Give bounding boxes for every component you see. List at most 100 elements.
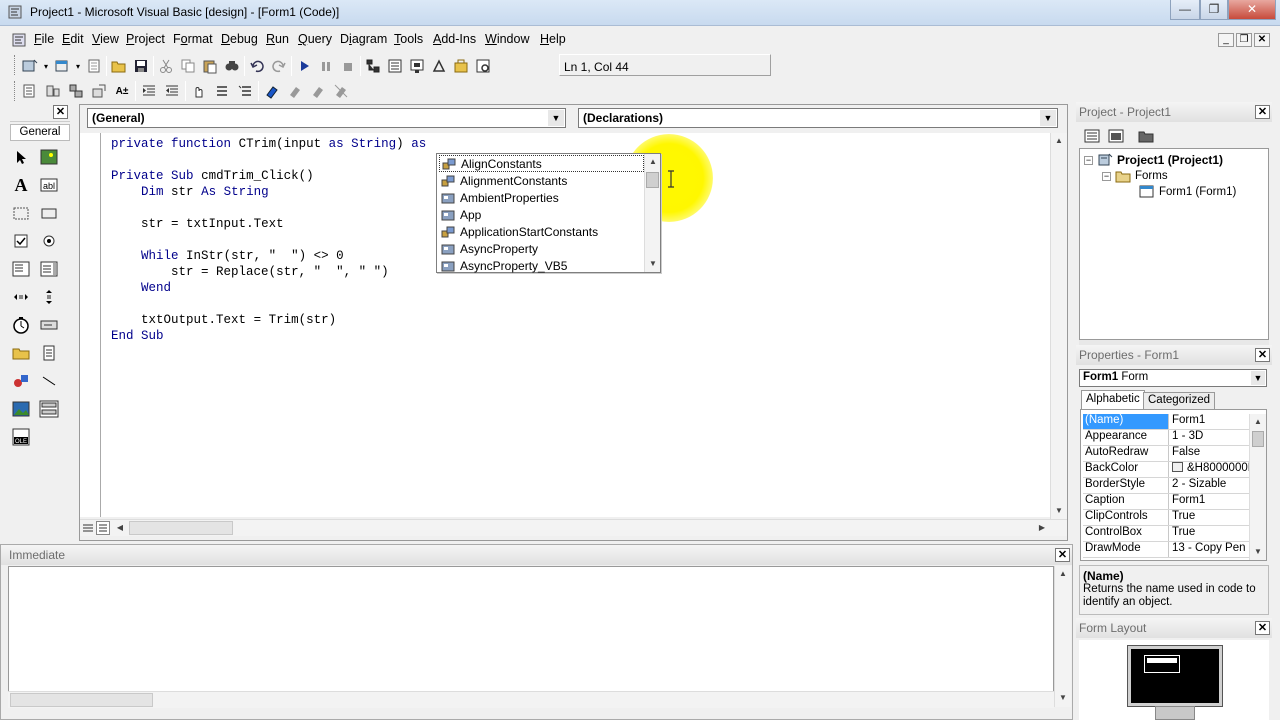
property-value[interactable]: 1 - 3D — [1169, 430, 1249, 445]
property-value[interactable]: Form1 — [1169, 414, 1249, 429]
chevron-down-icon[interactable]: ▾ — [74, 56, 82, 76]
property-row[interactable]: DrawMode 13 - Copy Pen — [1083, 542, 1249, 558]
intellisense-scroll-thumb[interactable] — [646, 172, 659, 188]
view-code-icon[interactable] — [1082, 126, 1102, 146]
project-explorer-icon[interactable] — [363, 56, 383, 76]
complete-word-icon[interactable]: A± — [112, 81, 132, 101]
dirlistbox-icon[interactable] — [10, 342, 32, 364]
property-row[interactable]: BorderStyle 2 - Sizable — [1083, 478, 1249, 494]
code-line[interactable]: str = Replace(str, " ", " ") — [111, 265, 389, 279]
view-object-icon[interactable] — [1106, 126, 1126, 146]
data-control-icon[interactable] — [38, 398, 60, 420]
checkbox-icon[interactable] — [10, 230, 32, 252]
menu-query[interactable]: Query — [298, 32, 332, 46]
add-form-icon[interactable] — [52, 56, 72, 76]
properties-close-button[interactable]: ✕ — [1255, 348, 1270, 362]
menu-window[interactable]: Window — [485, 32, 529, 46]
hscrollbar-icon[interactable] — [10, 286, 32, 308]
menu-edit[interactable]: Edit — [62, 32, 84, 46]
tree-form1[interactable]: Form1 (Form1) — [1139, 185, 1236, 199]
chevron-down-icon[interactable]: ▾ — [42, 56, 50, 76]
frame-icon[interactable] — [10, 202, 32, 224]
scroll-down-icon[interactable]: ▼ — [1051, 503, 1067, 519]
object-browser-icon[interactable] — [429, 56, 449, 76]
menu-format[interactable]: Format — [173, 32, 213, 46]
clear-bookmarks-icon[interactable] — [331, 81, 351, 101]
property-row[interactable]: BackColor &H8000000F — [1083, 462, 1249, 478]
mdi-restore-button[interactable]: ❐ — [1236, 33, 1252, 47]
cut-icon[interactable] — [156, 56, 176, 76]
find-icon[interactable] — [222, 56, 242, 76]
menu-help[interactable]: Help — [540, 32, 566, 46]
immediate-close-button[interactable]: ✕ — [1055, 548, 1070, 562]
menu-tools[interactable]: Tools — [394, 32, 423, 46]
code-line[interactable]: str = txtInput.Text — [111, 217, 284, 231]
intellisense-item[interactable]: AmbientProperties — [439, 189, 644, 206]
code-horizontal-scrollbar[interactable]: ◀ ▶ — [80, 519, 1067, 536]
next-bookmark-icon[interactable] — [285, 81, 305, 101]
open-project-icon[interactable] — [109, 56, 129, 76]
scroll-up-icon[interactable]: ▲ — [1051, 133, 1067, 149]
commandbutton-icon[interactable] — [38, 202, 60, 224]
intellisense-item[interactable]: AsyncProperty_VB5 — [439, 257, 644, 274]
close-window-button[interactable]: ✕ — [1228, 0, 1276, 20]
shape-icon[interactable] — [10, 370, 32, 392]
property-value[interactable]: 13 - Copy Pen — [1169, 542, 1249, 557]
property-row[interactable]: ControlBox True — [1083, 526, 1249, 542]
procedure-combo[interactable]: (Declarations) ▼ — [578, 108, 1058, 128]
tree-forms-folder[interactable]: − Forms — [1102, 169, 1168, 183]
property-row[interactable]: Appearance 1 - 3D — [1083, 430, 1249, 446]
menu-debug[interactable]: Debug — [221, 32, 258, 46]
code-line[interactable]: While InStr(str, " ") <> 0 — [111, 249, 344, 263]
code-vertical-scrollbar[interactable]: ▲ ▼ — [1050, 133, 1067, 519]
copy-icon[interactable] — [178, 56, 198, 76]
property-value[interactable]: True — [1169, 510, 1249, 525]
procedure-view-icon[interactable] — [82, 521, 94, 535]
previous-bookmark-icon[interactable] — [308, 81, 328, 101]
immediate-vertical-scrollbar[interactable]: ▲ ▼ — [1054, 566, 1071, 707]
tab-alphabetic[interactable]: Alphabetic — [1081, 390, 1145, 409]
toolbox-icon[interactable] — [451, 56, 471, 76]
intellisense-item[interactable]: AlignConstants — [439, 155, 644, 172]
paste-icon[interactable] — [200, 56, 220, 76]
form-position-preview[interactable] — [1144, 655, 1180, 673]
textbox-icon[interactable]: abl — [38, 174, 60, 196]
code-line[interactable]: End Sub — [111, 329, 164, 343]
indent-icon[interactable] — [139, 81, 159, 101]
ole-icon[interactable]: OLE — [10, 426, 32, 448]
code-line[interactable]: Wend — [111, 281, 171, 295]
property-row[interactable]: (Name) Form1 — [1083, 414, 1249, 430]
property-row[interactable]: AutoRedraw False — [1083, 446, 1249, 462]
intellisense-item[interactable]: App — [439, 206, 644, 223]
property-row[interactable]: Caption Form1 — [1083, 494, 1249, 510]
optionbutton-icon[interactable] — [38, 230, 60, 252]
intellisense-item[interactable]: ApplicationStartConstants — [439, 223, 644, 240]
timer-icon[interactable] — [10, 314, 32, 336]
tab-categorized[interactable]: Categorized — [1143, 392, 1216, 409]
filelistbox-icon[interactable] — [38, 342, 60, 364]
break-icon[interactable] — [316, 56, 336, 76]
quick-info-icon[interactable] — [66, 81, 86, 101]
property-value[interactable]: False — [1169, 446, 1249, 461]
list-properties-icon[interactable] — [20, 81, 40, 101]
chevron-down-icon[interactable]: ▼ — [548, 110, 564, 126]
listbox-icon[interactable] — [38, 258, 60, 280]
menu-file[interactable]: File — [34, 32, 54, 46]
immediate-horizontal-scrollbar[interactable] — [8, 691, 1054, 708]
drivelistbox-icon[interactable] — [38, 314, 60, 336]
scroll-down-icon[interactable]: ▼ — [1250, 544, 1266, 560]
scroll-left-icon[interactable]: ◀ — [112, 520, 128, 536]
code-line[interactable]: txtOutput.Text = Trim(str) — [111, 313, 336, 327]
picturebox-icon[interactable] — [38, 146, 60, 168]
mdi-minimize-button[interactable]: _ — [1218, 33, 1234, 47]
property-value[interactable]: 2 - Sizable — [1169, 478, 1249, 493]
property-value[interactable]: &H8000000F — [1169, 462, 1249, 477]
full-module-view-icon[interactable] — [96, 521, 110, 535]
vscrollbar-icon[interactable] — [38, 286, 60, 308]
undo-icon[interactable] — [247, 56, 267, 76]
project-close-button[interactable]: ✕ — [1255, 105, 1270, 119]
code-line[interactable]: Private Sub cmdTrim_Click() — [111, 169, 314, 183]
properties-scroll-thumb[interactable] — [1252, 431, 1264, 447]
property-value[interactable]: True — [1169, 526, 1249, 541]
toggle-bookmark-icon[interactable] — [262, 81, 282, 101]
